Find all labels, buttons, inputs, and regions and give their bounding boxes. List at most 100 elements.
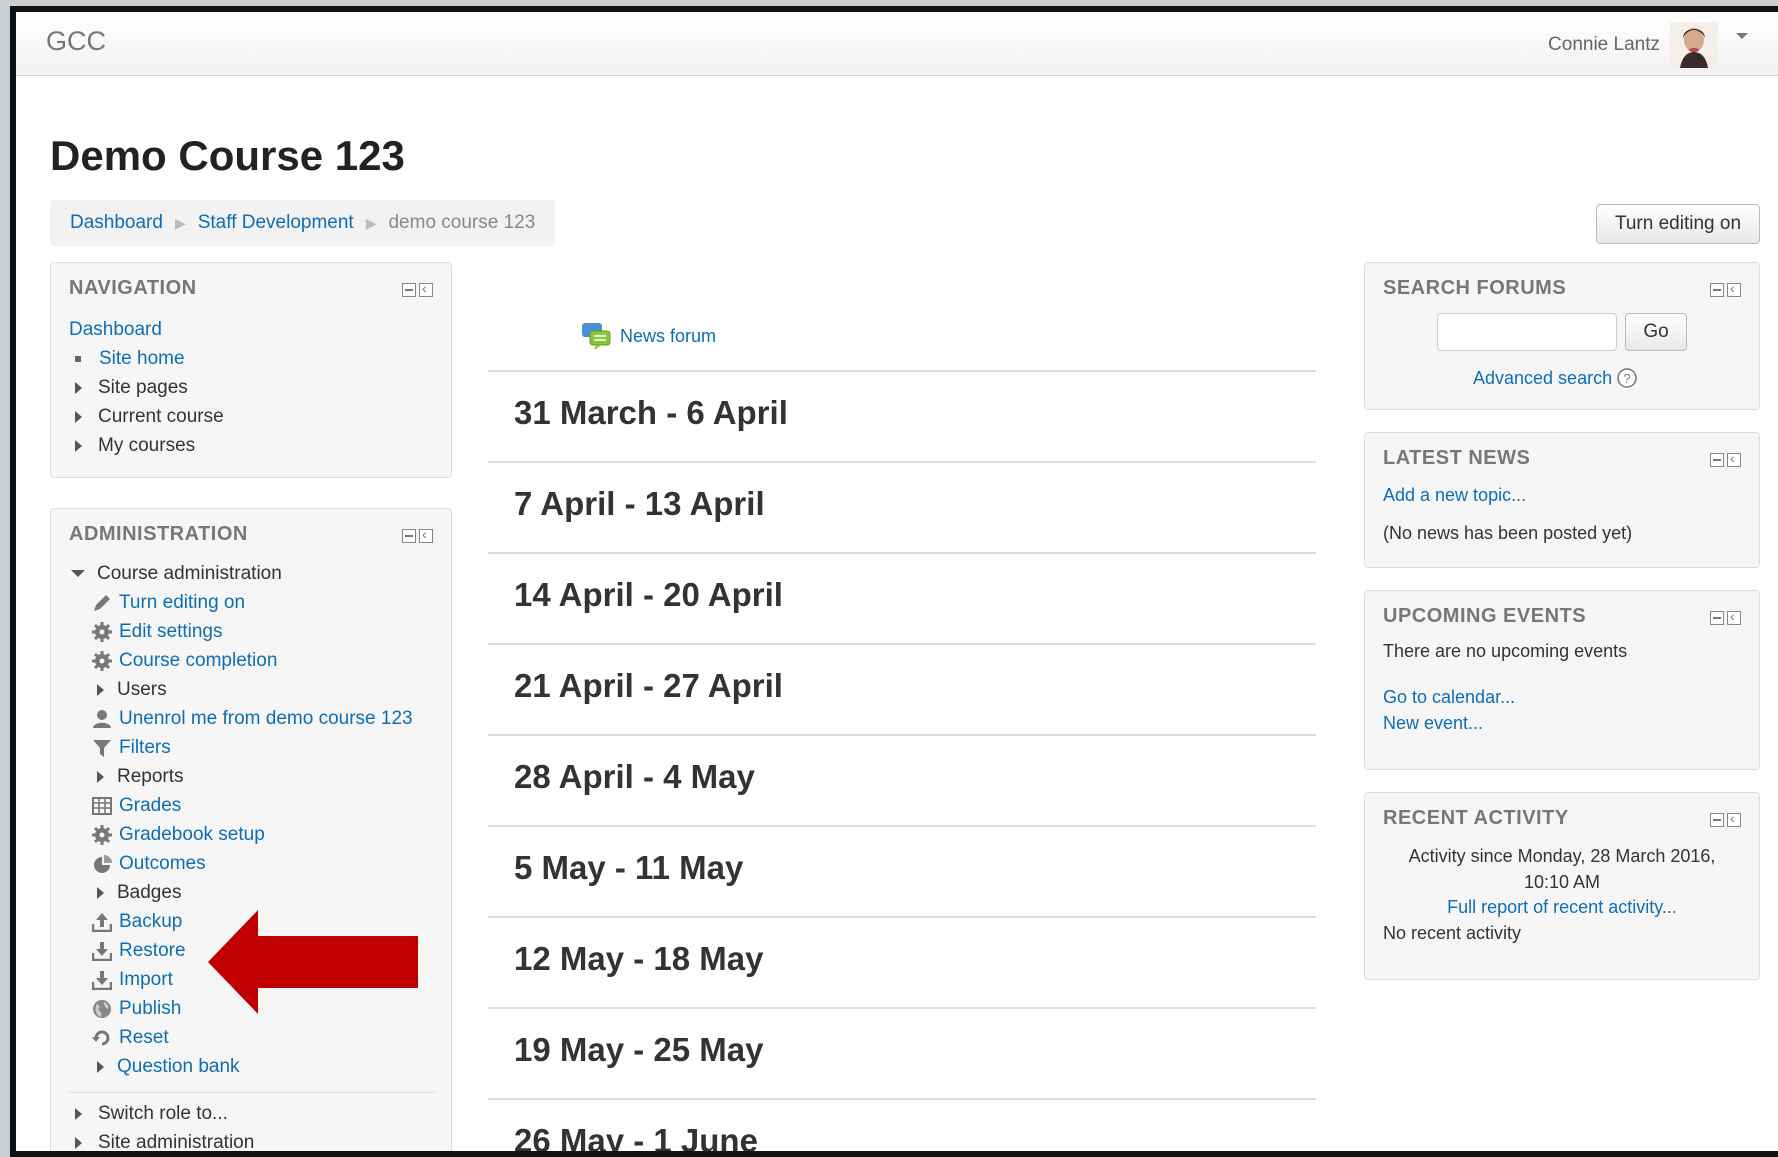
news-forum-link[interactable]: News forum [620, 326, 716, 347]
upload-icon [91, 911, 113, 933]
minimize-icon[interactable] [1710, 453, 1724, 467]
nav-item-current-course[interactable]: Current course [69, 402, 224, 431]
admin-item-reports[interactable]: Reports [69, 762, 435, 791]
admin-item-label[interactable]: Course completion [119, 650, 277, 672]
nav-item-dashboard[interactable]: Dashboard [69, 315, 224, 344]
admin-site-administration[interactable]: Site administration [69, 1128, 435, 1152]
admin-item-reset[interactable]: Reset [69, 1023, 435, 1052]
administration-tree: Course administration Turn editing on Ed… [69, 559, 435, 1152]
collapse-icon[interactable] [71, 570, 85, 577]
dock-icon[interactable] [1727, 280, 1741, 297]
admin-item-filters[interactable]: Filters [69, 733, 435, 762]
admin-item-label[interactable]: Site administration [98, 1132, 254, 1152]
admin-item-gradebook-setup[interactable]: Gradebook setup [69, 820, 435, 849]
expand-icon[interactable] [75, 439, 82, 452]
admin-item-turn-editing-on[interactable]: Turn editing on [69, 588, 435, 617]
expand-icon[interactable] [97, 770, 104, 783]
admin-item-label[interactable]: Gradebook setup [119, 824, 265, 846]
admin-item-label[interactable]: Filters [119, 737, 171, 759]
expand-icon[interactable] [75, 381, 82, 394]
full-report-link[interactable]: Full report of recent activity... [1447, 897, 1677, 917]
dock-icon[interactable] [1727, 810, 1741, 827]
dock-icon[interactable] [1727, 608, 1741, 625]
block-title: NAVIGATION [69, 277, 197, 299]
admin-item-label[interactable]: Course administration [97, 563, 282, 585]
breadcrumb-dashboard[interactable]: Dashboard [70, 212, 163, 234]
week-section: 12 May - 18 May [488, 918, 1316, 1009]
expand-icon[interactable] [75, 410, 82, 423]
minimize-icon[interactable] [1710, 611, 1724, 625]
minimize-icon[interactable] [402, 529, 416, 543]
breadcrumb-separator-icon: ▶ [365, 214, 377, 231]
week-section: 21 April - 27 April [488, 645, 1316, 736]
user-menu-caret-icon[interactable] [1736, 33, 1748, 39]
news-forum-activity[interactable]: News forum [580, 320, 716, 352]
admin-item-unenrol[interactable]: Unenrol me from demo course 123 [69, 704, 435, 733]
breadcrumb-staff-development[interactable]: Staff Development [198, 212, 354, 234]
admin-item-badges[interactable]: Badges [69, 878, 435, 907]
user-menu[interactable]: Connie Lantz [1548, 22, 1748, 68]
turn-editing-on-button[interactable]: Turn editing on [1596, 204, 1760, 244]
advanced-search-link[interactable]: Advanced search [1473, 368, 1612, 389]
expand-icon[interactable] [97, 683, 104, 696]
admin-item-grades[interactable]: Grades [69, 791, 435, 820]
activity-since-text: Activity since Monday, 28 March 2016, 10… [1365, 843, 1759, 895]
nav-item-label[interactable]: Dashboard [69, 319, 162, 341]
nav-item-label[interactable]: My courses [98, 435, 195, 457]
nav-item-label[interactable]: Site pages [98, 377, 188, 399]
admin-course-administration[interactable]: Course administration [69, 559, 435, 588]
site-brand[interactable]: GCC [46, 26, 106, 57]
upcoming-events-block: UPCOMING EVENTS There are no upcoming ev… [1364, 590, 1760, 770]
admin-item-label[interactable]: Unenrol me from demo course 123 [119, 708, 413, 730]
admin-item-label[interactable]: Reports [117, 766, 184, 788]
admin-item-label[interactable]: Question bank [117, 1056, 240, 1078]
admin-item-label[interactable]: Edit settings [119, 621, 223, 643]
expand-icon[interactable] [97, 1060, 104, 1073]
expand-icon[interactable] [75, 1107, 82, 1120]
activity-since-time: 10:10 AM [1523, 872, 1601, 892]
dock-icon[interactable] [419, 526, 433, 543]
expand-icon[interactable] [75, 1136, 82, 1149]
admin-item-label[interactable]: Grades [119, 795, 181, 817]
search-go-button[interactable]: Go [1625, 313, 1687, 351]
admin-item-label[interactable]: Badges [117, 882, 181, 904]
admin-item-users[interactable]: Users [69, 675, 435, 704]
nav-item-site-home[interactable]: Site home [69, 344, 224, 373]
admin-item-question-bank[interactable]: Question bank [69, 1052, 435, 1081]
help-icon[interactable]: ? [1616, 367, 1638, 389]
no-news-text: (No news has been posted yet) [1383, 523, 1633, 543]
admin-item-label[interactable]: Import [119, 969, 173, 991]
admin-item-label[interactable]: Reset [119, 1027, 169, 1049]
minimize-icon[interactable] [1710, 283, 1724, 297]
add-new-topic-link[interactable]: Add a new topic... [1383, 485, 1526, 506]
admin-item-label[interactable]: Restore [119, 940, 186, 962]
admin-item-label[interactable]: Switch role to... [98, 1103, 228, 1125]
dock-icon[interactable] [1727, 450, 1741, 467]
go-to-calendar-link[interactable]: Go to calendar... [1383, 687, 1515, 708]
advanced-search[interactable]: Advanced search ? [1473, 367, 1638, 389]
dock-icon[interactable] [419, 280, 433, 297]
reset-icon [91, 1027, 113, 1049]
admin-item-label[interactable]: Publish [119, 998, 181, 1020]
page-title: Demo Course 123 [50, 132, 405, 179]
admin-item-label[interactable]: Users [117, 679, 167, 701]
admin-item-course-completion[interactable]: Course completion [69, 646, 435, 675]
admin-switch-role[interactable]: Switch role to... [69, 1099, 435, 1128]
admin-item-outcomes[interactable]: Outcomes [69, 849, 435, 878]
nav-item-my-courses[interactable]: My courses [69, 431, 224, 460]
admin-item-edit-settings[interactable]: Edit settings [69, 617, 435, 646]
nav-item-label[interactable]: Site home [99, 348, 185, 370]
admin-item-label[interactable]: Outcomes [119, 853, 206, 875]
latest-news-block: LATEST NEWS Add a new topic... (No news … [1364, 432, 1760, 568]
avatar[interactable] [1670, 22, 1718, 68]
user-name[interactable]: Connie Lantz [1548, 34, 1660, 56]
expand-icon[interactable] [97, 886, 104, 899]
nav-item-label[interactable]: Current course [98, 406, 224, 428]
minimize-icon[interactable] [1710, 813, 1724, 827]
admin-item-label[interactable]: Turn editing on [119, 592, 245, 614]
search-forums-input[interactable] [1437, 313, 1617, 351]
admin-item-label[interactable]: Backup [119, 911, 182, 933]
nav-item-site-pages[interactable]: Site pages [69, 373, 224, 402]
new-event-link[interactable]: New event... [1383, 713, 1483, 734]
minimize-icon[interactable] [402, 283, 416, 297]
